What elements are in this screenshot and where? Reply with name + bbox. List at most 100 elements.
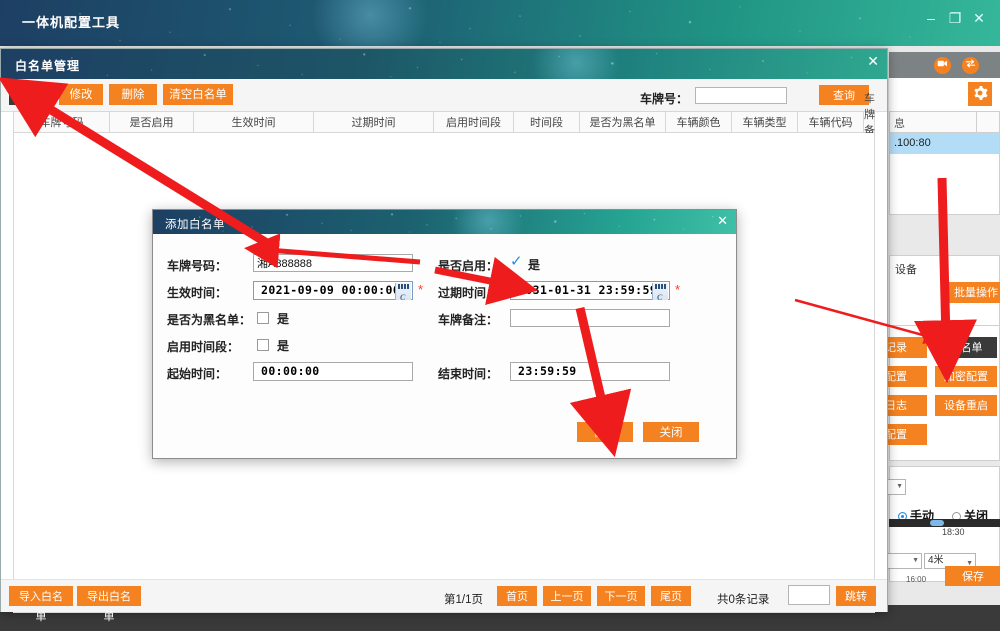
device-list-row-selected[interactable]: .100:80 (890, 133, 999, 154)
starfield-decoration (153, 210, 736, 234)
column-header-plate-remark[interactable]: 车牌备注 (864, 93, 875, 153)
expire-time-input[interactable]: 2031-01-31 23:59:59 C (510, 281, 670, 302)
next-page-button[interactable]: 下一页 (597, 586, 645, 606)
column-header-enable-period[interactable]: 启用时间段 (434, 112, 514, 132)
column-divider (976, 112, 977, 132)
glow-decoration (521, 49, 631, 79)
last-page-button[interactable]: 尾页 (651, 586, 691, 606)
plate-remark-label: 车牌备注： (438, 313, 499, 327)
first-page-button[interactable]: 首页 (497, 586, 537, 606)
begin-time-value: 00:00:00 (261, 364, 320, 378)
enable-period-checkbox[interactable] (257, 339, 269, 351)
starfield-decoration (1, 49, 887, 79)
column-header-plate-number[interactable]: 车牌号码 (14, 112, 110, 132)
jump-page-button[interactable]: 跳转 (836, 586, 876, 606)
encrypt-config-button[interactable]: 加密配置 (935, 366, 997, 387)
device-list-table[interactable]: 息 .100:80 (889, 111, 1000, 215)
clear-whitelist-button[interactable]: 清空白名单 (163, 84, 233, 105)
page-info-label: 第1/1页 (444, 594, 483, 606)
jump-page-input[interactable] (788, 585, 830, 605)
blacklist-checkbox-label: 是 (277, 312, 290, 326)
device-action-panel: 记录 白名单 配置 加密配置 日志 设备重启 配置 (865, 325, 1000, 461)
whitelist-toolbar: 添加 修改 删除 清空白名单 车牌号： 查询 (1, 79, 887, 112)
dialog-body: 车牌号码： 是否启用： ✓ 是 生效时间： 2021-09-09 00:00:0… (153, 234, 736, 458)
batch-operation-button[interactable]: 批量操作 (945, 282, 1000, 303)
time-slider-knob[interactable] (930, 520, 944, 526)
dialog-titlebar: 添加白名单 ✕ (153, 210, 736, 234)
column-header-expire-time[interactable]: 过期时间 (314, 112, 434, 132)
calendar-spinner-icon[interactable]: C (395, 283, 411, 302)
time-slider-track[interactable] (889, 519, 1000, 527)
whitelist-button[interactable]: 白名单 (935, 337, 997, 358)
chevron-down-icon: ▼ (912, 557, 919, 564)
column-header-start-time[interactable]: 生效时间 (194, 112, 314, 132)
delete-button[interactable]: 删除 (109, 84, 157, 105)
begin-time-label: 起始时间： (167, 367, 228, 381)
expire-time-required-mark: * (675, 282, 681, 297)
start-time-required-mark: * (418, 282, 424, 297)
enabled-label: 是否启用： (438, 259, 499, 273)
plate-number-input[interactable] (253, 254, 413, 272)
end-time-input[interactable]: 23:59:59 (510, 362, 670, 381)
select-distance-value: 4米 (928, 555, 944, 566)
transfer-icon[interactable] (962, 57, 979, 74)
dialog-close-action-button[interactable]: 关闭 (643, 422, 699, 442)
column-header-vehicle-type[interactable]: 车辆类型 (732, 112, 798, 132)
column-header-period[interactable]: 时间段 (514, 112, 580, 132)
minimize-button[interactable]: – (920, 8, 942, 28)
gear-icon[interactable] (968, 82, 992, 106)
export-whitelist-button[interactable]: 导出白名单 (77, 586, 141, 623)
blacklist-checkbox[interactable] (257, 312, 269, 324)
chevron-down-icon: ▼ (896, 483, 903, 490)
dialog-close-button[interactable]: ✕ (717, 213, 728, 229)
column-header-blacklist[interactable]: 是否为黑名单 (580, 112, 666, 132)
dialog-save-button[interactable]: 保存 (577, 422, 633, 442)
plate-number-label: 车牌号码： (167, 259, 228, 273)
device-list-header: 息 (890, 112, 999, 133)
blacklist-label: 是否为黑名单： (167, 313, 252, 327)
app-titlebar: 一体机配置工具 – ❐ ✕ (0, 0, 1000, 60)
whitelist-footer: 导入白名单 导出白名单 第1/1页 首页 上一页 下一页 尾页 共0条记录 跳转 (1, 579, 887, 623)
window-title: 白名单管理 (15, 59, 81, 73)
device-restart-button[interactable]: 设备重启 (935, 395, 997, 416)
window-close-button[interactable]: ✕ (867, 53, 879, 70)
plate-search-input[interactable] (695, 87, 787, 104)
app-gray-toolbar (889, 52, 1000, 78)
add-whitelist-dialog: 添加白名单 ✕ 车牌号码： 是否启用： ✓ 是 生效时间： 2021-09-09… (152, 209, 737, 459)
edit-button[interactable]: 修改 (59, 84, 103, 105)
end-time-label: 结束时间： (438, 367, 499, 381)
begin-time-input[interactable]: 00:00:00 (253, 362, 413, 381)
app-title: 一体机配置工具 (22, 15, 121, 30)
expire-time-value: 2031-01-31 23:59:59 (518, 283, 658, 297)
add-button[interactable]: 添加 (9, 84, 53, 105)
calendar-spinner-icon[interactable]: C (652, 283, 668, 302)
device-list-header-label: 息 (894, 118, 905, 130)
glow-decoration (443, 210, 533, 234)
enable-period-label: 启用时间段： (167, 340, 240, 354)
dialog-title: 添加白名单 (165, 219, 225, 231)
app-gear-row (889, 78, 1000, 112)
close-button[interactable]: ✕ (968, 8, 990, 28)
plate-search-label: 车牌号： (639, 92, 688, 106)
maximize-button[interactable]: ❐ (944, 8, 966, 28)
start-time-label: 生效时间： (167, 286, 228, 300)
start-time-input[interactable]: 2021-09-09 00:00:00 C (253, 281, 413, 302)
plate-remark-input[interactable] (510, 309, 670, 327)
column-header-enabled[interactable]: 是否启用 (110, 112, 194, 132)
column-header-vehicle-color[interactable]: 车辆颜色 (666, 112, 732, 132)
enable-period-checkbox-label: 是 (277, 339, 290, 353)
enabled-checkmark-icon[interactable]: ✓ (510, 254, 523, 269)
query-button[interactable]: 查询 (819, 85, 869, 105)
total-records-label: 共0条记录 (717, 594, 770, 606)
whitelist-table-header: 车牌号码 是否启用 生效时间 过期时间 启用时间段 时间段 是否为黑名单 车辆颜… (13, 93, 875, 153)
whitelist-window-titlebar: 白名单管理 ✕ (1, 49, 887, 79)
import-whitelist-button[interactable]: 导入白名单 (9, 586, 73, 623)
panel-save-button[interactable]: 保存 (945, 566, 1000, 586)
column-header-vehicle-code[interactable]: 车辆代码 (798, 112, 864, 132)
starfield-decoration (0, 0, 1000, 46)
device-panel-label: 设备 (895, 264, 917, 276)
prev-page-button[interactable]: 上一页 (543, 586, 591, 606)
video-camera-icon[interactable] (934, 57, 951, 74)
enabled-checkbox-label: 是 (528, 258, 541, 272)
slider-value-label: 18:30 (942, 527, 965, 537)
